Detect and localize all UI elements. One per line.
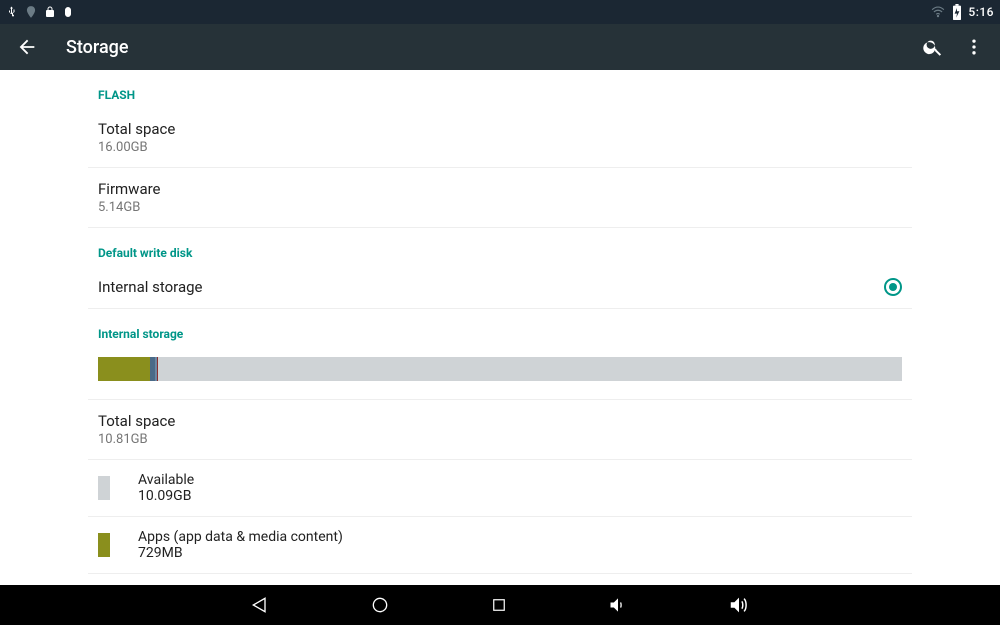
storage-item-label: Available bbox=[138, 472, 194, 488]
radio-selected-icon bbox=[884, 278, 902, 296]
navigation-bar bbox=[0, 585, 1000, 625]
status-clock: 5:16 bbox=[968, 5, 994, 19]
nav-volume-down-button[interactable] bbox=[608, 595, 628, 615]
nav-home-button[interactable] bbox=[370, 595, 390, 615]
flash-total-value: 16.00GB bbox=[98, 140, 902, 155]
page-title: Storage bbox=[66, 37, 894, 58]
nav-back-button[interactable] bbox=[250, 595, 270, 615]
default-disk-option-label: Internal storage bbox=[98, 278, 203, 296]
firmware-label: Firmware bbox=[98, 180, 902, 198]
usb-icon bbox=[6, 5, 18, 19]
storage-item[interactable]: Pictures, videos5.49MB bbox=[0, 574, 1000, 585]
storage-item-label: Apps (app data & media content) bbox=[138, 529, 343, 545]
storage-item[interactable]: Apps (app data & media content)729MB bbox=[0, 517, 1000, 573]
nav-recents-button[interactable] bbox=[490, 596, 508, 614]
battery-charging-icon bbox=[952, 4, 962, 20]
section-header-flash: FLASH bbox=[0, 70, 1000, 108]
status-bar: 5:16 bbox=[0, 0, 1000, 24]
usage-bar bbox=[98, 357, 902, 381]
search-button[interactable] bbox=[922, 36, 944, 58]
back-button[interactable] bbox=[16, 36, 38, 58]
flash-total-item: Total space 16.00GB bbox=[0, 108, 1000, 167]
storage-item-value: 729MB bbox=[138, 545, 343, 561]
internal-total-value: 10.81GB bbox=[98, 432, 902, 447]
internal-total-item: Total space 10.81GB bbox=[0, 400, 1000, 459]
overflow-menu-button[interactable] bbox=[964, 36, 984, 58]
storage-item-text: Available10.09GB bbox=[138, 472, 194, 504]
storage-item-text: Apps (app data & media content)729MB bbox=[138, 529, 343, 561]
storage-item-value: 10.09GB bbox=[138, 488, 194, 504]
storage-usage-bar bbox=[0, 347, 1000, 399]
app-bar-actions bbox=[922, 36, 984, 58]
section-header-internal: Internal storage bbox=[0, 309, 1000, 347]
app-bar: Storage bbox=[0, 24, 1000, 70]
nav-volume-up-button[interactable] bbox=[728, 594, 750, 616]
flash-total-label: Total space bbox=[98, 120, 902, 138]
default-disk-option[interactable]: Internal storage bbox=[0, 266, 1000, 308]
usage-segment bbox=[98, 357, 150, 381]
status-left bbox=[6, 5, 74, 19]
android-debug-icon bbox=[62, 5, 74, 19]
storage-item[interactable]: Available10.09GB bbox=[0, 460, 1000, 516]
color-swatch bbox=[98, 476, 110, 500]
color-swatch bbox=[98, 533, 110, 557]
internal-total-label: Total space bbox=[98, 412, 902, 430]
wifi-icon bbox=[930, 5, 946, 19]
location-icon bbox=[24, 5, 38, 19]
usage-segment bbox=[158, 357, 902, 381]
firmware-item: Firmware 5.14GB bbox=[0, 168, 1000, 227]
firmware-value: 5.14GB bbox=[98, 200, 902, 215]
content-scroll[interactable]: FLASH Total space 16.00GB Firmware 5.14G… bbox=[0, 70, 1000, 585]
section-header-default-disk: Default write disk bbox=[0, 228, 1000, 266]
status-right: 5:16 bbox=[930, 4, 994, 20]
lock-icon bbox=[44, 5, 56, 19]
